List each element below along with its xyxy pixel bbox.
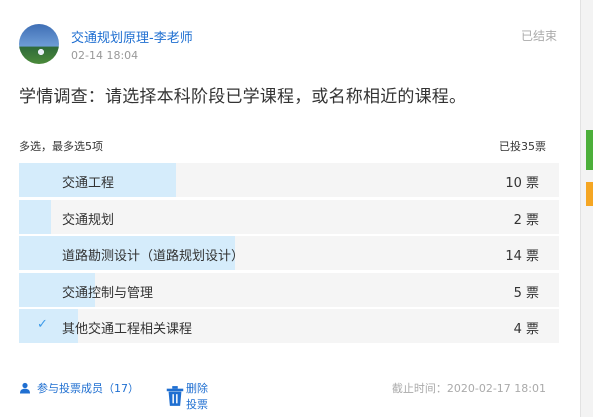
vote-mode-label: 多选，最多选5项 [19,140,103,153]
vote-option-label: 交通控制与管理 [62,285,154,301]
side-accent [586,182,593,206]
checkmark-icon: ✓ [37,317,48,332]
vote-option-count: 10 票 [505,176,539,191]
participants-link[interactable]: 参与投票成员（17） [19,380,139,396]
side-panel-edge [580,0,593,417]
total-votes: 已投35票 [499,140,546,153]
vote-option-count: 14 票 [505,249,539,264]
avatar[interactable] [19,24,59,64]
vote-option-label: 道路勘测设计（道路规划设计） [62,249,245,264]
participants-label: 参与投票成员（17） [37,382,139,395]
vote-options: 交通工程 10 票 交通规划 2 票 道路勘测设计（道路规划设计） 14 票 交… [19,163,559,346]
post-date: 02-14 18:04 [71,49,139,62]
deadline-text: 截止时间：2020-02-17 18:01 [391,382,546,395]
user-icon [20,382,30,394]
vote-card: 交通规划原理-李老师 02-14 18:04 已结束 学情调查：请选择本科阶段已… [0,0,580,417]
vote-option[interactable]: 道路勘测设计（道路规划设计） 14 票 [19,236,559,270]
vote-option-count: 2 票 [513,212,539,228]
trash-icon [166,386,184,406]
delete-vote-button[interactable]: 删除投票 [164,380,208,412]
side-accent [586,130,593,170]
vote-option-bar [19,199,52,234]
vote-option-label: 交通规划 [62,212,115,228]
vote-option[interactable]: 交通工程 10 票 [19,163,559,197]
vote-option-count: 4 票 [513,322,539,337]
vote-option[interactable]: ✓ 其他交通工程相关课程 4 票 [19,309,559,343]
vote-option-count: 5 票 [513,285,539,301]
status-badge: 已结束 [521,29,558,43]
vote-option-label: 交通工程 [62,176,115,191]
author-name[interactable]: 交通规划原理-李老师 [71,27,193,46]
vote-option-label: 其他交通工程相关课程 [62,322,193,337]
vote-question: 学情调查：请选择本科阶段已学课程，或名称相近的课程。 [19,87,467,107]
delete-vote-label: 删除投票 [186,382,208,411]
vote-option[interactable]: 交通控制与管理 5 票 [19,272,559,307]
vote-option[interactable]: 交通规划 2 票 [19,199,559,234]
